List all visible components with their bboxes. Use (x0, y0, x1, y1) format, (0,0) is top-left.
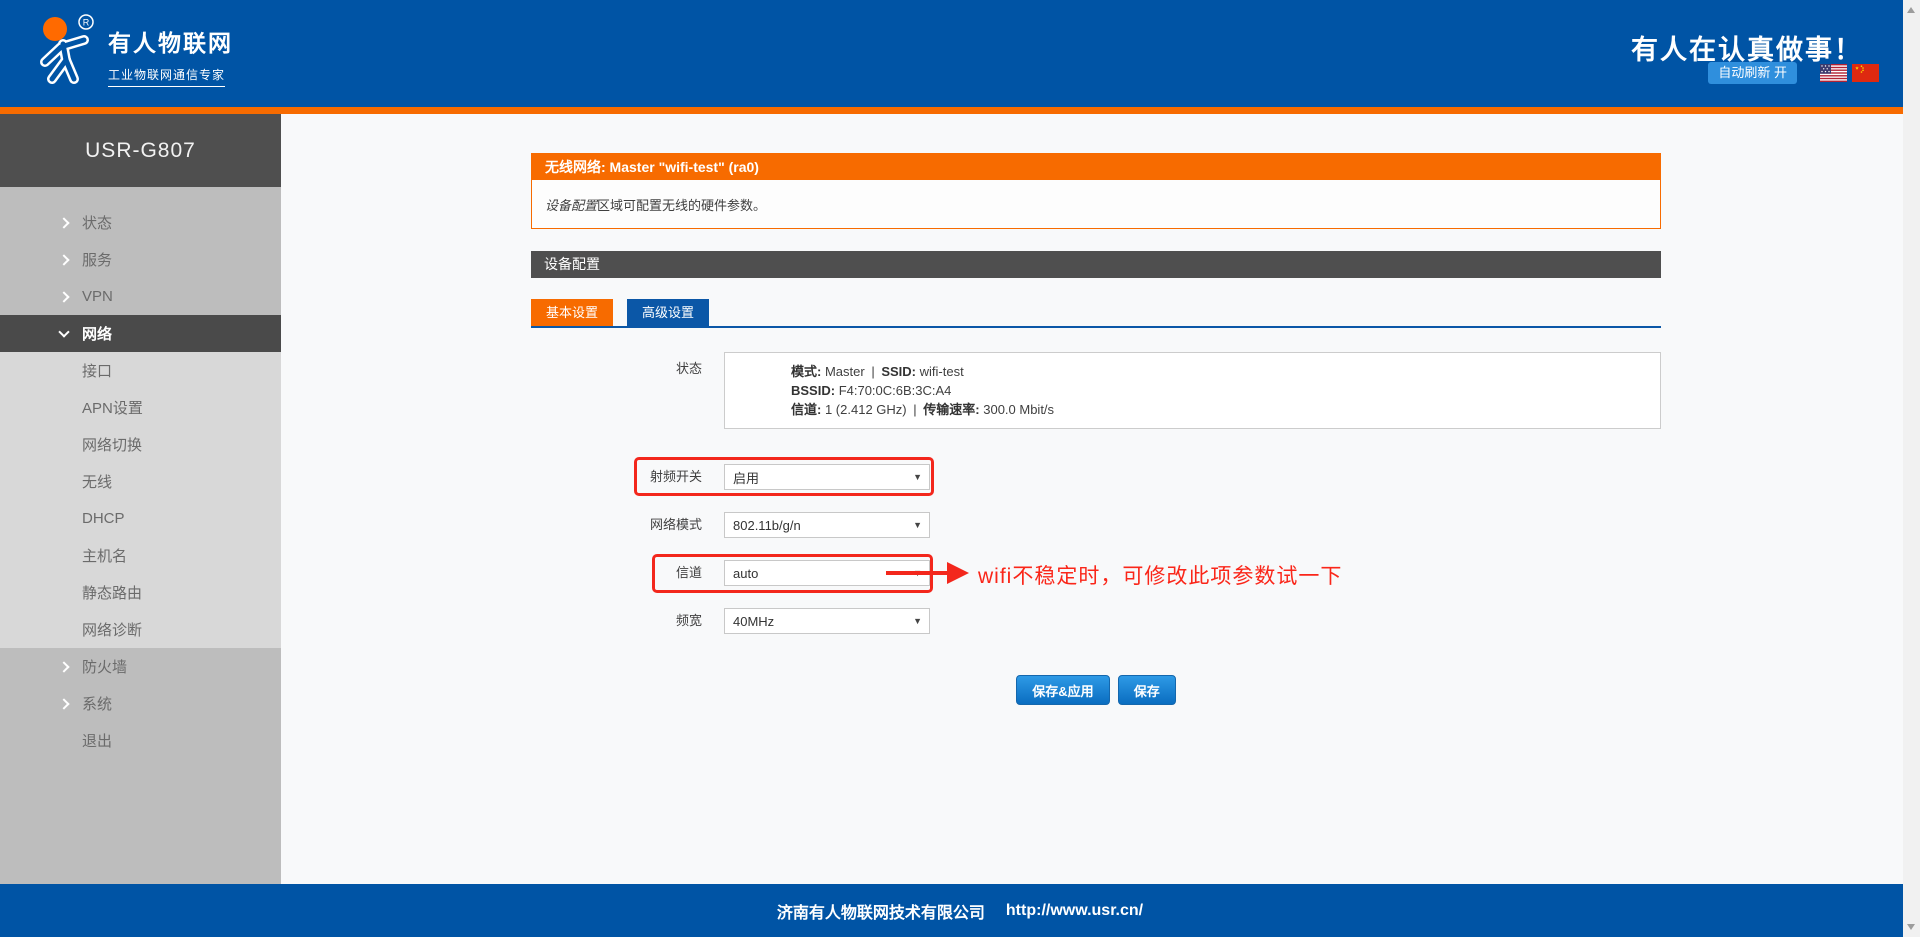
status-line-1: 模式: Master | SSID: wifi-test (791, 364, 964, 379)
brand-name: 有人物联网 (108, 30, 233, 56)
bandwidth-row: 频宽 40MHz ▼ (531, 608, 1661, 634)
dropdown-caret-icon: ▼ (913, 616, 922, 626)
footer-url-link[interactable]: http://www.usr.cn/ (1006, 902, 1143, 920)
brand-tagline: 工业物联网通信专家 (108, 66, 226, 87)
bandwidth-select[interactable]: 40MHz ▼ (724, 608, 930, 634)
brand-text: 有人物联网 工业物联网通信专家 (108, 13, 233, 87)
sidebar: USR-G807 状态 服务 VPN 网络 接口 APN设置 网络切换 无线 D… (0, 114, 281, 884)
sidebar-item-vpn[interactable]: VPN (0, 278, 281, 315)
status-line-2: BSSID: F4:70:0C:6B:3C:A4 (791, 383, 952, 398)
scroll-down-arrow-icon[interactable] (1907, 924, 1915, 930)
device-name: USR-G807 (0, 114, 281, 187)
sidebar-item-services[interactable]: 服务 (0, 241, 281, 278)
page-footer: 济南有人物联网技术有限公司 http://www.usr.cn/ (0, 884, 1920, 937)
annotation-arrow (886, 571, 947, 575)
panel-title: 无线网络: Master "wifi-test" (ra0) (532, 154, 1660, 180)
radio-switch-select[interactable]: 启用 ▼ (724, 464, 930, 490)
tab-basic-settings[interactable]: 基本设置 (531, 299, 614, 326)
sidebar-item-system[interactable]: 系统 (0, 685, 281, 722)
scroll-up-arrow-icon[interactable] (1907, 7, 1915, 13)
network-mode-row: 网络模式 802.11b/g/n ▼ (531, 512, 1661, 538)
page: R 有人物联网 工业物联网通信专家 有人在认真做事！ 自动刷新 开 USR-G8… (0, 0, 1920, 937)
annotation-text: wifi不稳定时，可修改此项参数试一下 (978, 565, 1343, 588)
save-apply-button[interactable]: 保存&应用 (1016, 675, 1110, 705)
sidebar-item-network[interactable]: 网络 (0, 315, 281, 352)
chevron-right-icon (58, 660, 70, 673)
sidebar-item-hostname[interactable]: 主机名 (0, 537, 281, 574)
radio-switch-row: 射频开关 启用 ▼ (531, 457, 1661, 496)
panel-box: 无线网络: Master "wifi-test" (ra0) 设备配置区域可配置… (531, 153, 1661, 229)
sidebar-item-dhcp[interactable]: DHCP (0, 500, 281, 537)
sidebar-item-diagnostics[interactable]: 网络诊断 (0, 611, 281, 648)
sidebar-item-apn[interactable]: APN设置 (0, 389, 281, 426)
status-line-3: 信道: 1 (2.412 GHz) | 传输速率: 300.0 Mbit/s (791, 402, 1055, 417)
section-header-device-config: 设备配置 (531, 251, 1661, 278)
registered-mark: R (83, 18, 90, 28)
chevron-right-icon (58, 216, 70, 229)
vertical-scrollbar[interactable] (1903, 0, 1920, 937)
brand-logo: R 有人物联网 工业物联网通信专家 (30, 13, 233, 87)
panel-description: 设备配置区域可配置无线的硬件参数。 (545, 198, 767, 213)
status-label: 状态 (675, 361, 702, 376)
chevron-down-icon (58, 325, 70, 338)
chevron-right-icon (58, 253, 70, 266)
form-actions: 保存&应用 保存 (531, 675, 1661, 705)
sidebar-item-network-switch[interactable]: 网络切换 (0, 426, 281, 463)
network-mode-select[interactable]: 802.11b/g/n ▼ (724, 512, 930, 538)
accent-divider (0, 107, 1920, 114)
channel-row: 信道 auto ▼ wifi不稳定时，可修改此项参数试一下 (531, 554, 1661, 593)
chevron-right-icon (58, 697, 70, 710)
usr-person-logo-icon: R (40, 14, 94, 84)
annotation-arrow-head-icon (947, 562, 969, 584)
dropdown-caret-icon: ▼ (913, 520, 922, 530)
footer-company: 济南有人物联网技术有限公司 (776, 904, 985, 922)
wireless-form: 状态 模式: Master | SSID: wifi-test BSSID: F… (531, 352, 1661, 705)
us-flag-icon[interactable] (1820, 64, 1847, 82)
wireless-config-card: 无线网络: Master "wifi-test" (ra0) 设备配置区域可配置… (531, 153, 1661, 705)
app-header: R 有人物联网 工业物联网通信专家 有人在认真做事！ 自动刷新 开 (0, 0, 1920, 107)
tab-bar: 基本设置 高级设置 (531, 299, 1661, 328)
cn-flag-icon[interactable] (1852, 64, 1879, 82)
chevron-right-icon (58, 290, 70, 303)
network-submenu: 接口 APN设置 网络切换 无线 DHCP 主机名 静态路由 网络诊断 (0, 352, 281, 648)
status-row: 状态 模式: Master | SSID: wifi-test BSSID: F… (531, 352, 1661, 429)
wifi-status-box: 模式: Master | SSID: wifi-test BSSID: F4:7… (724, 352, 1661, 429)
sidebar-item-logout[interactable]: 退出 (0, 722, 281, 759)
main-content: 无线网络: Master "wifi-test" (ra0) 设备配置区域可配置… (281, 114, 1920, 884)
sidebar-item-wireless[interactable]: 无线 (0, 463, 281, 500)
tab-advanced-settings[interactable]: 高级设置 (627, 299, 710, 326)
sidebar-item-firewall[interactable]: 防火墙 (0, 648, 281, 685)
auto-refresh-toggle[interactable]: 自动刷新 开 (1708, 62, 1797, 84)
sidebar-item-status[interactable]: 状态 (0, 204, 281, 241)
sidebar-item-static-routes[interactable]: 静态路由 (0, 574, 281, 611)
dropdown-caret-icon: ▼ (913, 472, 922, 482)
sidebar-item-interfaces[interactable]: 接口 (0, 352, 281, 389)
save-button[interactable]: 保存 (1117, 675, 1176, 705)
